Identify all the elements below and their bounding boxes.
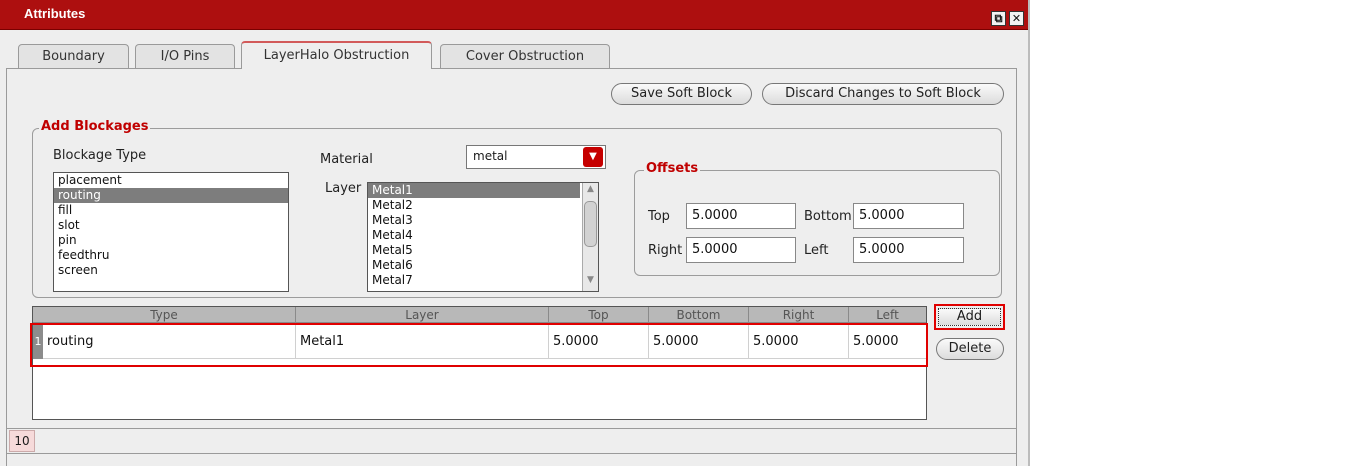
list-item[interactable]: Metal7 [368,273,598,288]
list-item[interactable]: Metal2 [368,198,598,213]
window-frame-edge [1028,0,1030,466]
left-label: Left [804,243,829,258]
top-offset-field[interactable]: 5.0000 [686,203,796,229]
list-item-selected[interactable]: Metal1 [368,183,580,198]
close-icon[interactable]: ✕ [1009,11,1024,26]
column-header-left[interactable]: Left [849,307,926,323]
top-label: Top [648,209,670,224]
layer-label: Layer [325,181,362,196]
list-item[interactable]: pin [54,233,288,248]
scroll-up-icon[interactable]: ▲ [584,184,597,198]
list-item-selected[interactable]: routing [54,188,288,203]
layer-scrollbar[interactable]: ▲ ▼ [582,183,598,291]
list-item[interactable]: Metal5 [368,243,598,258]
delete-button[interactable]: Delete [936,338,1004,360]
material-value: metal [473,149,508,163]
blockage-type-label: Blockage Type [53,148,147,163]
offsets-legend: Offsets [644,161,701,176]
column-header-layer[interactable]: Layer [296,307,549,323]
restore-icon[interactable]: ⧉ [991,11,1006,26]
title-bar[interactable]: Attributes ⧉ ✕ [0,0,1030,30]
bottom-label: Bottom [804,209,852,224]
list-item[interactable]: Metal4 [368,228,598,243]
list-item[interactable]: Metal3 [368,213,598,228]
column-header-bottom[interactable]: Bottom [649,307,749,323]
add-blockages-legend: Add Blockages [39,119,151,134]
scroll-thumb[interactable] [584,201,597,247]
blockage-type-list[interactable]: placement routing fill slot pin feedthru… [53,172,289,292]
tab-io-pins[interactable]: I/O Pins [135,44,235,68]
add-button[interactable]: Add [938,308,1001,326]
row-highlight-box [30,323,928,367]
discard-changes-button[interactable]: Discard Changes to Soft Block [762,83,1004,105]
list-item[interactable]: slot [54,218,288,233]
list-item[interactable]: placement [54,173,288,188]
tab-layerhalo-obstruction[interactable]: LayerHalo Obstruction [241,41,432,69]
chevron-down-icon[interactable]: ▼ [583,147,603,167]
tab-boundary[interactable]: Boundary [18,44,129,68]
right-label: Right [648,243,683,258]
list-item[interactable]: feedthru [54,248,288,263]
list-item[interactable]: fill [54,203,288,218]
material-label: Material [320,152,373,167]
column-header-right[interactable]: Right [749,307,849,323]
column-header-type[interactable]: Type [33,307,296,323]
layer-list[interactable]: Metal1 Metal2 Metal3 Metal4 Metal5 Metal… [367,182,599,292]
right-offset-field[interactable]: 5.0000 [686,237,796,263]
material-select[interactable]: metal ▼ [466,145,606,169]
list-item[interactable]: Metal6 [368,258,598,273]
window-title: Attributes [24,6,86,21]
scroll-down-icon[interactable]: ▼ [584,275,597,289]
status-bar: 10 [6,428,1017,454]
bottom-offset-field[interactable]: 5.0000 [853,203,964,229]
attributes-window: Attributes ⧉ ✕ Boundary I/O Pins LayerHa… [0,0,1030,466]
save-soft-block-button[interactable]: Save Soft Block [611,83,752,105]
left-offset-field[interactable]: 5.0000 [853,237,964,263]
column-header-top[interactable]: Top [549,307,649,323]
list-item[interactable]: screen [54,263,288,278]
status-number: 10 [9,430,35,452]
tab-cover-obstruction[interactable]: Cover Obstruction [440,44,610,68]
